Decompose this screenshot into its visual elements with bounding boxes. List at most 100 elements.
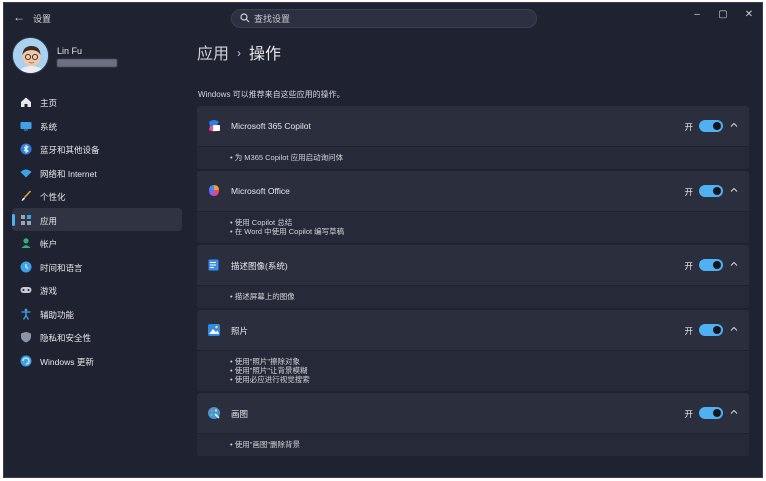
chevron-up-icon[interactable] [729,407,739,417]
toggle-switch[interactable] [699,120,723,132]
describe-image-icon [208,259,219,271]
apps-icon [21,214,31,225]
close-icon[interactable]: ✕ [742,8,756,22]
toggle-switch[interactable] [699,259,723,271]
shield-icon [21,331,31,343]
card-title: 描述图像(系统) [231,261,288,271]
toggle-state-label: 开 [684,122,693,132]
card-header[interactable]: Microsoft 365 Copilot 开 [197,106,749,146]
sidebar-item-windows-update[interactable]: Windows 更新 [12,349,182,373]
sidebar-item-label: 隐私和安全性 [40,333,92,343]
avatar [12,37,49,74]
toggle-switch[interactable] [699,324,723,336]
search-box[interactable] [231,9,537,28]
card-title: 画图 [231,409,249,419]
card-title: Microsoft Office [231,186,290,196]
action-card: Microsoft Office 开 • 使用 Copilot 总结 • 在 W… [197,171,749,243]
sidebar-item-apps[interactable]: 应用 [12,207,182,231]
sidebar-item-privacy[interactable]: 隐私和安全性 [12,325,182,349]
card-body: • 为 M365 Copilot 应用启动询问体 [197,147,749,169]
system-icon [20,121,32,130]
office-icon [209,185,219,196]
sidebar-item-label: Windows 更新 [40,356,94,367]
toggle-state-label: 开 [684,187,693,197]
action-card: Microsoft 365 Copilot 开 • 为 M365 Copilot… [197,106,749,169]
action-bullet: • 使用"照片"让背景模糊 [230,366,308,375]
action-bullet: • 在 Word 中使用 Copilot 编写草稿 [230,227,345,236]
toggle-knob [713,409,721,417]
breadcrumb-parent[interactable]: 应用 [197,46,229,63]
m365-copilot-icon [209,120,220,132]
toggle-state-label: 开 [684,261,693,271]
maximize-icon[interactable]: ▢ [716,8,730,22]
sidebar-item-bluetooth[interactable]: 蓝牙和其他设备 [12,137,182,161]
card-title: Microsoft 365 Copilot [231,121,311,131]
breadcrumb-separator: › [237,46,242,60]
search-input[interactable] [254,10,524,27]
redacted-email [57,59,117,67]
toggle-state-label: 开 [684,326,693,336]
chevron-up-icon[interactable] [729,120,739,130]
toggle-knob [713,261,721,269]
sidebar-item-gaming[interactable]: 游戏 [12,278,182,302]
user-profile[interactable]: Lin Fu [12,37,182,77]
card-title: 照片 [231,326,249,336]
sidebar-item-home[interactable]: 主页 [12,90,182,114]
update-icon [20,355,32,366]
sidebar-item-personalization[interactable]: 个性化 [12,184,182,208]
action-card: 画图 开 • 使用"画图"删除背景 [197,393,749,456]
sidebar-item-system[interactable]: 系统 [12,114,182,138]
action-bullet: • 使用"照片"擦除对象 [230,357,301,366]
action-bullet: • 为 M365 Copilot 应用启动询问体 [230,153,344,162]
search-icon [240,13,250,23]
gaming-icon [20,287,32,293]
card-header[interactable]: 照片 开 [197,310,749,350]
actions-list: Microsoft 365 Copilot 开 • 为 M365 Copilot… [197,106,749,458]
sidebar-item-label: 应用 [40,215,58,226]
toggle-switch[interactable] [699,185,723,197]
toggle-knob [713,326,721,334]
card-header[interactable]: 画图 开 [197,393,749,433]
sidebar-item-label: 蓝牙和其他设备 [40,145,100,155]
sidebar-item-label: 系统 [40,121,58,132]
card-body: • 使用"照片"擦除对象 • 使用"照片"让背景模糊 • 使用必应进行视觉搜索 [197,351,749,391]
sidebar-item-label: 游戏 [40,286,58,296]
minimize-icon[interactable]: – [690,8,704,22]
bluetooth-icon [20,143,32,155]
sidebar-item-label: 网络和 Internet [40,168,97,179]
sidebar-item-label: 个性化 [40,192,66,202]
title-bar: ← 设置 – ▢ ✕ [4,3,762,33]
chevron-up-icon[interactable] [729,185,739,195]
card-header[interactable]: 描述图像(系统) 开 [197,245,749,285]
time-language-icon [20,261,32,272]
toggle-switch[interactable] [699,407,723,419]
sidebar-item-network[interactable]: 网络和 Internet [12,161,182,185]
sidebar-item-accounts[interactable]: 帐户 [12,231,182,255]
sidebar-item-label: 辅助功能 [40,309,75,320]
user-name: Lin Fu [57,46,83,56]
home-icon [21,97,31,107]
toggle-knob [713,122,721,130]
chevron-up-icon[interactable] [729,324,739,334]
card-body: • 描述屏幕上的图像 [197,286,749,308]
toggle-state-label: 开 [684,409,693,419]
card-header[interactable]: Microsoft Office 开 [197,171,749,211]
app-title: 设置 [33,14,52,24]
sidebar-item-label: 帐户 [40,239,58,249]
sidebar-nav: 主页 系统 蓝牙和其他设备 网络和 Internet 个性化 应用 帐户 时间和… [12,90,182,372]
action-bullet: • 描述屏幕上的图像 [230,292,295,301]
page-title: 操作 [249,46,282,63]
accessibility-icon [21,308,31,320]
action-bullet: • 使用必应进行视觉搜索 [230,375,310,384]
account-icon [21,238,31,248]
chevron-up-icon[interactable] [729,259,739,269]
card-body: • 使用"画图"删除背景 [197,434,749,456]
sidebar-item-accessibility[interactable]: 辅助功能 [12,302,182,326]
breadcrumb: 应用 › 操作 [197,40,281,64]
back-arrow-icon[interactable]: ← [12,10,26,24]
sidebar-item-time-language[interactable]: 时间和语言 [12,255,182,279]
paint-icon [208,407,220,419]
sidebar-item-label: 主页 [40,98,58,108]
action-card: 照片 开 • 使用"照片"擦除对象 • 使用"照片"让背景模糊 • 使用必应进行… [197,310,749,391]
action-bullet: • 使用 Copilot 总结 [230,218,293,227]
